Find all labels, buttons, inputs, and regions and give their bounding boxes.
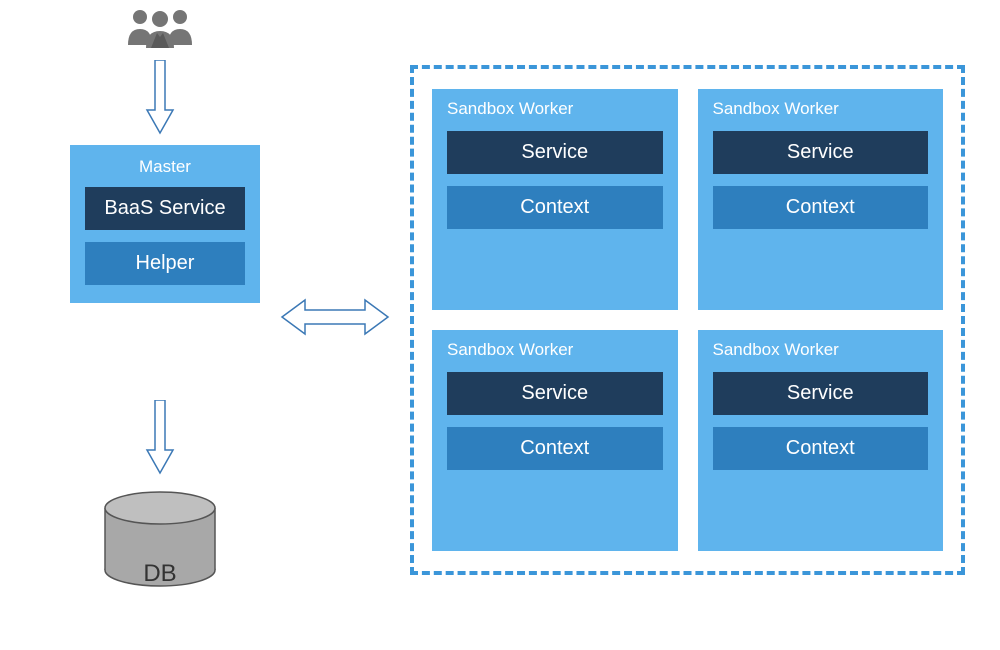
arrow-down-to-db [145,400,175,475]
worker-title: Sandbox Worker [447,340,663,360]
worker-context-block: Context [447,186,663,229]
worker-service-block: Service [447,372,663,415]
arrow-bidirectional [280,297,390,337]
sandbox-worker: Sandbox Worker Service Context [698,89,944,310]
sandbox-worker: Sandbox Worker Service Context [432,89,678,310]
master-title: Master [85,157,245,177]
sandbox-worker: Sandbox Worker Service Context [698,330,944,551]
worker-service-block: Service [713,131,929,174]
worker-context-block: Context [713,186,929,229]
helper-block: Helper [85,242,245,285]
worker-context-block: Context [713,427,929,470]
worker-service-block: Service [447,131,663,174]
worker-title: Sandbox Worker [447,99,663,119]
worker-title: Sandbox Worker [713,99,929,119]
worker-context-block: Context [447,427,663,470]
database-label: DB [100,560,220,588]
worker-cluster: Sandbox Worker Service Context Sandbox W… [410,65,965,575]
sandbox-worker: Sandbox Worker Service Context [432,330,678,551]
worker-title: Sandbox Worker [713,340,929,360]
users-icon [125,5,195,50]
architecture-diagram: Master BaaS Service Helper DB Sandbox Wo… [0,0,1000,650]
master-box: Master BaaS Service Helper [70,145,260,303]
baas-service-block: BaaS Service [85,187,245,230]
arrow-down-to-master [145,60,175,135]
worker-service-block: Service [713,372,929,415]
